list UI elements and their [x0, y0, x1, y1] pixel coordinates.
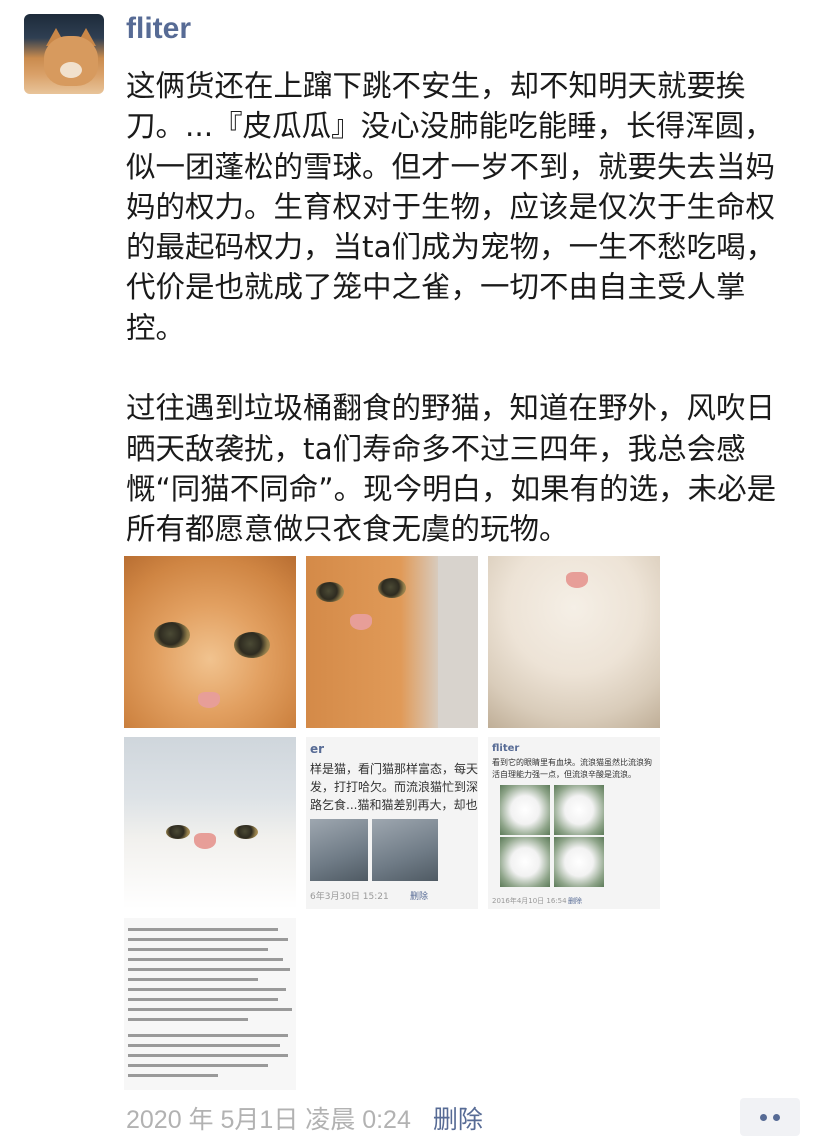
photo-white-cat-chin[interactable]: [488, 556, 660, 728]
photo-text-document[interactable]: [124, 918, 296, 1090]
mini-line: 样是猫，看门猫那样富态，每天无事: [310, 762, 478, 776]
mini-username: fliter: [492, 743, 520, 754]
delete-link[interactable]: 删除: [433, 1100, 483, 1136]
more-dots-icon[interactable]: [740, 1098, 800, 1136]
mini-delete: 删除: [568, 897, 582, 905]
avatar[interactable]: [24, 14, 104, 94]
mini-photo: [372, 819, 438, 881]
mini-cat-photo: [500, 785, 550, 835]
mini-delete: 删除: [410, 892, 429, 902]
post-timestamp: 2020 年 5月1日 凌晨 0:24: [126, 1106, 411, 1134]
mini-line: 路乞食...猫和猫差别再大，却也不及: [310, 798, 478, 812]
mini-timestamp: 6年3月30日 15:21: [310, 892, 389, 902]
mini-line: 活自理能力强一点，但流浪辛酸是流浪。: [492, 770, 636, 779]
post-text: 这俩货还在上蹿下跳不安生，却不知明天就要挨刀。...『皮瓜瓜』没心没肺能吃能睡，…: [126, 66, 796, 550]
mini-photo: [310, 819, 368, 881]
photo-screenshot-post[interactable]: er 样是猫，看门猫那样富态，每天无事 发，打打哈欠。而流浪猫忙到深夜还 路乞食…: [306, 737, 478, 909]
photo-white-cat-looking-up[interactable]: [124, 737, 296, 909]
mini-line: 发，打打哈欠。而流浪猫忙到深夜还: [310, 780, 478, 794]
photo-screenshot-post-cats[interactable]: fliter 看到它的眼睛里有血块。流浪猫虽然比流浪狗 活自理能力强一点，但流浪…: [488, 737, 660, 909]
mini-line: 看到它的眼睛里有血块。流浪猫虽然比流浪狗: [492, 758, 652, 767]
mini-cat-photo: [554, 785, 604, 835]
post-paragraph-2: 过往遇到垃圾桶翻食的野猫，知道在野外，风吹日晒天敌袭扰，ta们寿命多不过三四年，…: [126, 391, 777, 547]
photo-orange-cat-closeup[interactable]: [124, 556, 296, 728]
mini-cat-photo: [554, 837, 604, 887]
mini-cat-photo: [500, 837, 550, 887]
photo-orange-cat-lying[interactable]: [306, 556, 478, 728]
post-footer: 2020 年 5月1日 凌晨 0:24 删除: [126, 1100, 483, 1136]
post-paragraph-1: 这俩货还在上蹿下跳不安生，却不知明天就要挨刀。...『皮瓜瓜』没心没肺能吃能睡，…: [126, 69, 776, 345]
username[interactable]: fliter: [126, 12, 191, 46]
mini-timestamp: 2016年4月10日 16:54: [492, 897, 567, 905]
mini-username: er: [310, 742, 325, 756]
